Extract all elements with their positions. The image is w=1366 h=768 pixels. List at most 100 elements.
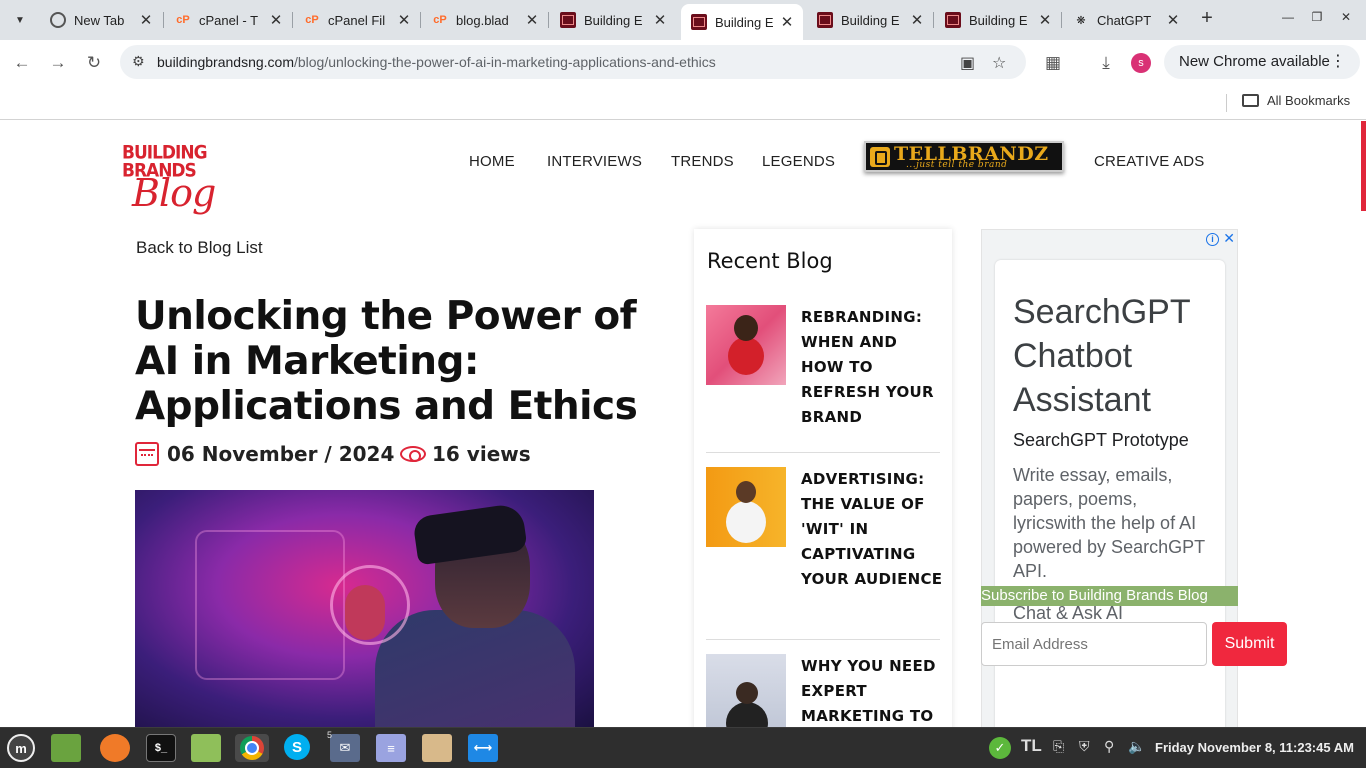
extensions-button[interactable]: ▦ <box>1042 52 1064 74</box>
text-tool-icon[interactable]: TL <box>1021 736 1042 756</box>
ad-description-text: Write essay, emails, papers, poems, lyri… <box>1013 465 1205 581</box>
tab-label: cPanel - T <box>199 12 259 28</box>
scrollbar-thumb[interactable] <box>1361 121 1366 211</box>
back-button[interactable]: ← <box>11 52 33 74</box>
archive-icon[interactable] <box>422 734 452 762</box>
tab-new-tab[interactable]: New Tab ✕ <box>40 4 162 36</box>
close-icon[interactable]: ✕ <box>266 11 286 29</box>
email-field[interactable] <box>981 622 1207 666</box>
tab-blog-blade[interactable]: cP blog.blad ✕ <box>422 4 548 36</box>
nav-creative-ads[interactable]: CREATIVE ADS <box>1094 153 1204 170</box>
close-icon[interactable]: ✕ <box>1163 11 1183 29</box>
blog-thumbnail[interactable] <box>706 305 786 385</box>
nav-interviews[interactable]: INTERVIEWS <box>547 153 642 170</box>
all-bookmarks-button[interactable]: All Bookmarks <box>1242 93 1350 108</box>
site-info-icon[interactable]: ⚙ <box>132 53 145 70</box>
downloads-button[interactable]: ⤓ <box>1095 52 1117 74</box>
chatgpt-icon: ❋ <box>1076 14 1086 27</box>
address-bar[interactable]: ⚙ buildingbrandsng.com/blog/unlocking-th… <box>120 45 1026 79</box>
new-tab-button[interactable]: + <box>1196 8 1218 30</box>
site-logo[interactable]: BUILDING BRANDS Blog <box>122 141 232 221</box>
mail-icon[interactable]: ✉ <box>330 734 360 762</box>
blog-item-title[interactable]: REBRANDING: WHEN AND HOW TO REFRESH YOUR… <box>801 305 943 430</box>
ad-headline[interactable]: SearchGPT Chatbot Assistant <box>1013 290 1213 422</box>
clock[interactable]: Friday November 8, 11:23:45 AM <box>1155 740 1354 755</box>
star-icon[interactable]: ☆ <box>992 53 1006 73</box>
tab-cpanel-files[interactable]: cP cPanel Fil ✕ <box>294 4 420 36</box>
cpanel-icon: cP <box>176 14 190 26</box>
maximize-button[interactable]: ❐ <box>1307 10 1327 30</box>
divider <box>706 639 940 640</box>
cpanel-icon: cP <box>305 14 319 26</box>
network-icon[interactable]: ⚲ <box>1104 738 1114 755</box>
install-app-icon[interactable]: ▣ <box>960 53 975 73</box>
minimize-icon: — <box>1282 10 1294 24</box>
chrome-taskbar-button[interactable] <box>235 734 269 762</box>
download-icon: ⤓ <box>1102 53 1110 72</box>
close-icon[interactable]: ✕ <box>522 11 542 29</box>
recent-blog-heading: Recent Blog <box>707 249 833 273</box>
tab-cpanel[interactable]: cP cPanel - T ✕ <box>165 4 292 36</box>
eye-icon <box>400 446 426 462</box>
tab-strip: ▼ New Tab ✕ cP cPanel - T ✕ cP cPanel Fi… <box>0 0 1366 40</box>
person-hand <box>345 585 385 640</box>
skype-icon[interactable]: S <box>284 734 310 760</box>
minimize-button[interactable]: — <box>1278 10 1298 30</box>
close-icon[interactable]: ✕ <box>1223 230 1235 247</box>
blog-thumbnail[interactable] <box>706 467 786 547</box>
avatar[interactable]: s <box>1131 53 1151 73</box>
clipboard-icon[interactable]: ⎘ <box>1053 738 1064 755</box>
tab-chatgpt[interactable]: ❋ ChatGPT ✕ <box>1063 4 1189 36</box>
tab-building-brands-3[interactable]: Building E ✕ <box>807 4 933 36</box>
tab-search-button[interactable]: ▼ <box>8 8 32 32</box>
blog-item-title[interactable]: WHY YOU NEED EXPERT MARKETING TO <box>801 654 943 727</box>
hologram-panel <box>195 530 345 680</box>
blog-thumbnail[interactable] <box>706 654 786 727</box>
nav-legends[interactable]: LEGENDS <box>762 153 835 170</box>
ad-info-icon[interactable]: i <box>1206 233 1219 246</box>
close-window-button[interactable]: ✕ <box>1336 10 1356 30</box>
building-brands-icon <box>817 12 833 28</box>
start-menu-icon[interactable]: m <box>7 734 35 762</box>
close-icon[interactable]: ✕ <box>907 11 927 29</box>
list-item[interactable]: REBRANDING: WHEN AND HOW TO REFRESH YOUR… <box>706 305 940 445</box>
close-icon[interactable]: ✕ <box>1035 11 1055 29</box>
vscode-icon[interactable]: ⟷ <box>468 734 498 762</box>
submit-button[interactable]: Submit <box>1212 622 1287 666</box>
firefox-icon[interactable] <box>100 734 130 762</box>
url-text[interactable]: buildingbrandsng.com/blog/unlocking-the-… <box>157 54 716 70</box>
close-icon[interactable]: ✕ <box>777 13 797 31</box>
close-icon[interactable]: ✕ <box>650 11 670 29</box>
shield-icon[interactable]: ⛨ <box>1079 738 1090 755</box>
folder-icon[interactable] <box>191 734 221 762</box>
url-path: /blog/unlocking-the-power-of-ai-in-marke… <box>293 54 716 70</box>
blog-item-title[interactable]: ADVERTISING: THE VALUE OF 'WIT' IN CAPTI… <box>801 467 943 592</box>
arrow-left-icon: ← <box>13 53 31 72</box>
nav-trends[interactable]: TRENDS <box>671 153 734 170</box>
back-to-blog-link[interactable]: Back to Blog List <box>136 238 263 258</box>
tellbrandz-tagline: ...just tell the brand <box>906 160 1008 170</box>
list-item[interactable]: ADVERTISING: THE VALUE OF 'WIT' IN CAPTI… <box>706 467 943 637</box>
document-icon[interactable]: ≡ <box>376 734 406 762</box>
chevron-down-icon: ▼ <box>15 14 25 26</box>
tab-building-brands-1[interactable]: Building E ✕ <box>550 4 676 36</box>
nav-home[interactable]: HOME <box>469 153 515 170</box>
forward-button[interactable]: → <box>47 52 69 74</box>
building-brands-icon <box>691 14 707 30</box>
reload-button[interactable]: ↻ <box>83 52 105 74</box>
tab-building-brands-4[interactable]: Building E ✕ <box>935 4 1061 36</box>
list-item[interactable]: WHY YOU NEED EXPERT MARKETING TO <box>706 654 940 727</box>
terminal-icon[interactable]: $_ <box>146 734 176 762</box>
files-app-icon[interactable] <box>51 734 81 762</box>
tab-label: Building E <box>715 14 774 30</box>
close-icon[interactable]: ✕ <box>136 11 156 29</box>
close-icon[interactable]: ✕ <box>394 11 414 29</box>
update-chrome-button[interactable]: New Chrome available ⋮ <box>1164 45 1360 79</box>
shield-check-icon[interactable]: ✓ <box>989 737 1011 759</box>
article-hero-image <box>135 490 594 727</box>
screen: ▼ New Tab ✕ cP cPanel - T ✕ cP cPanel Fi… <box>0 0 1366 768</box>
tellbrandz-banner[interactable]: TELLBRANDZ ...just tell the brand <box>864 141 1064 172</box>
volume-icon[interactable]: 🔈 <box>1128 738 1145 755</box>
tab-building-brands-active[interactable]: Building E ✕ <box>681 4 803 40</box>
browser-toolbar: ← → ↻ ⚙ buildingbrandsng.com/blog/unlock… <box>0 40 1366 86</box>
